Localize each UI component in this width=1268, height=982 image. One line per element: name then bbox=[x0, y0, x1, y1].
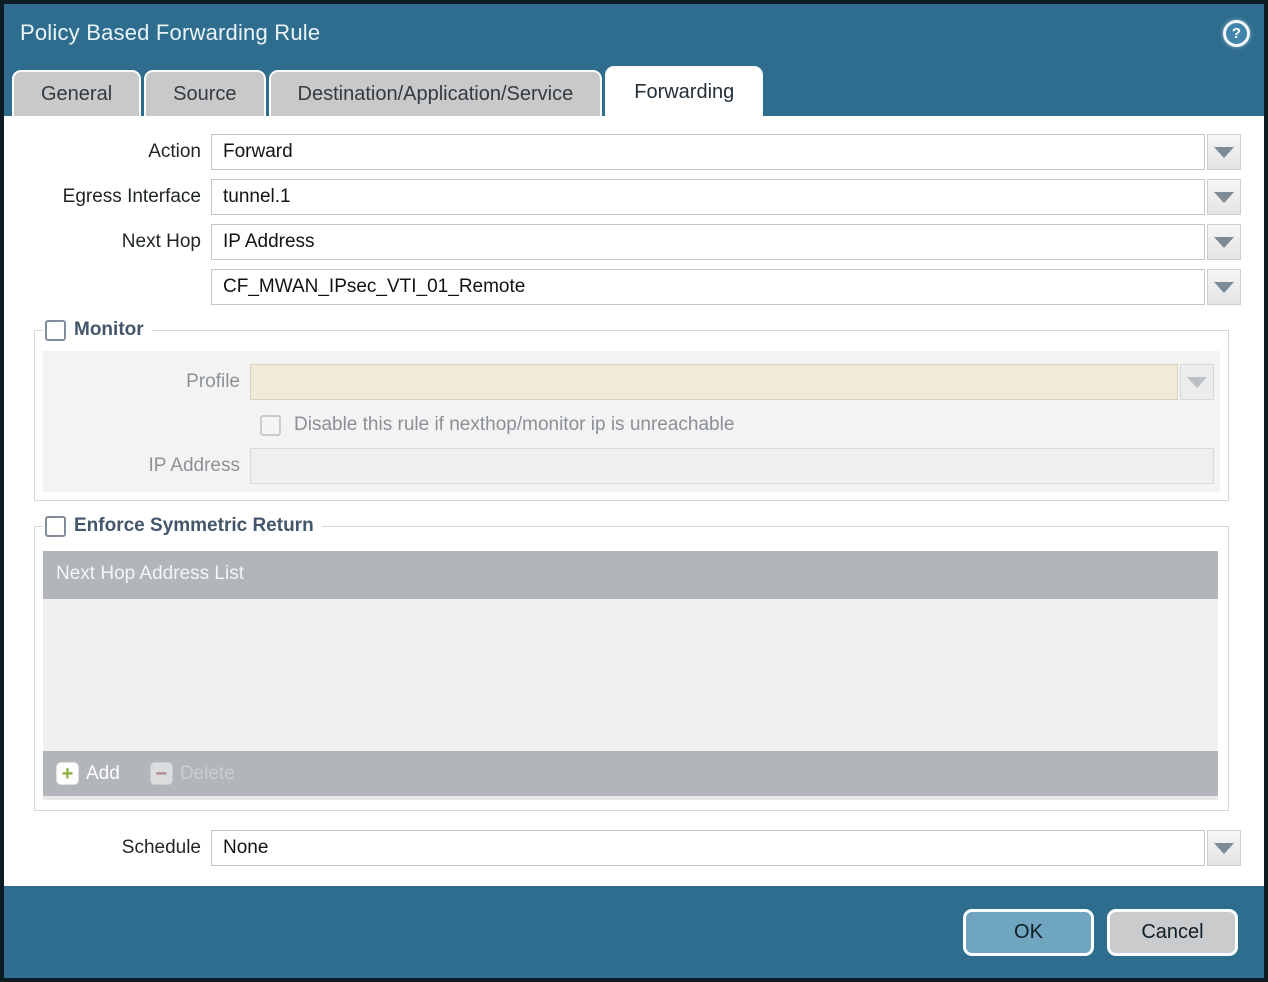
tab-general-label: General bbox=[41, 82, 113, 105]
action-row: Action Forward bbox=[4, 134, 1241, 170]
chevron-down-icon bbox=[1187, 376, 1207, 388]
delete-button: − Delete bbox=[149, 762, 235, 785]
list-bottom-strip bbox=[43, 796, 1218, 800]
dialog-title: Policy Based Forwarding Rule bbox=[20, 20, 321, 45]
next-hop-row: Next Hop IP Address bbox=[4, 224, 1241, 260]
action-dropdown-button[interactable] bbox=[1207, 134, 1241, 170]
minus-icon: − bbox=[149, 762, 173, 785]
tab-general[interactable]: General bbox=[12, 70, 142, 116]
next-hop-address-list: Next Hop Address List + Add − Delete bbox=[43, 551, 1218, 800]
dialog-footer: OK Cancel bbox=[4, 886, 1264, 978]
egress-interface-select[interactable]: tunnel.1 bbox=[211, 179, 1205, 215]
action-label: Action bbox=[148, 141, 201, 162]
profile-dropdown-button bbox=[1180, 364, 1214, 400]
symmetric-return-section: Enforce Symmetric Return Next Hop Addres… bbox=[34, 515, 1229, 811]
egress-interface-row: Egress Interface tunnel.1 bbox=[4, 179, 1241, 215]
tab-forwarding-label: Forwarding bbox=[634, 80, 735, 103]
chevron-down-icon bbox=[1214, 281, 1234, 293]
monitor-legend: Monitor bbox=[43, 319, 152, 341]
plus-icon: + bbox=[56, 762, 79, 785]
chevron-down-icon bbox=[1214, 191, 1234, 203]
next-hop-label: Next Hop bbox=[121, 231, 201, 252]
action-select[interactable]: Forward bbox=[211, 134, 1205, 170]
next-hop-address-list-header: Next Hop Address List bbox=[43, 551, 1218, 599]
monitor-ip-address-row: IP Address bbox=[43, 448, 1214, 484]
delete-button-label: Delete bbox=[179, 762, 235, 784]
tab-bar: General Source Destination/Application/S… bbox=[4, 62, 1264, 116]
schedule-row: Schedule None bbox=[4, 830, 1241, 866]
chevron-down-icon bbox=[1214, 842, 1234, 854]
profile-label: Profile bbox=[186, 371, 240, 392]
help-icon[interactable]: ? bbox=[1223, 19, 1250, 47]
monitor-ip-address-label: IP Address bbox=[148, 455, 240, 476]
add-button[interactable]: + Add bbox=[56, 762, 120, 785]
monitor-ip-address-input bbox=[250, 448, 1214, 484]
add-button-label: Add bbox=[86, 762, 120, 784]
tab-source-label: Source bbox=[173, 82, 237, 105]
schedule-label: Schedule bbox=[121, 837, 201, 858]
disable-rule-label: Disable this rule if nexthop/monitor ip … bbox=[294, 414, 735, 435]
next-hop-address-list-toolbar: + Add − Delete bbox=[43, 751, 1218, 796]
tab-destination-application-service[interactable]: Destination/Application/Service bbox=[268, 70, 603, 116]
egress-interface-dropdown-button[interactable] bbox=[1207, 179, 1241, 215]
next-hop-address-select[interactable]: CF_MWAN_IPsec_VTI_01_Remote bbox=[211, 269, 1205, 305]
profile-select bbox=[250, 364, 1178, 400]
chevron-down-icon bbox=[1214, 236, 1234, 248]
disable-rule-checkbox bbox=[260, 414, 281, 436]
symmetric-return-checkbox[interactable] bbox=[45, 515, 66, 537]
disable-rule-row: Disable this rule if nexthop/monitor ip … bbox=[260, 414, 1214, 436]
policy-based-forwarding-dialog: Policy Based Forwarding Rule ? General S… bbox=[0, 0, 1268, 982]
symmetric-return-legend-label: Enforce Symmetric Return bbox=[74, 515, 314, 536]
tab-source[interactable]: Source bbox=[144, 70, 266, 116]
next-hop-address-list-body[interactable] bbox=[43, 599, 1218, 751]
titlebar: Policy Based Forwarding Rule ? bbox=[4, 4, 1264, 62]
monitor-checkbox[interactable] bbox=[45, 319, 66, 341]
next-hop-address-row: CF_MWAN_IPsec_VTI_01_Remote bbox=[4, 269, 1241, 305]
profile-row: Profile bbox=[43, 364, 1214, 400]
tab-forwarding[interactable]: Forwarding bbox=[605, 66, 764, 116]
schedule-select[interactable]: None bbox=[211, 830, 1205, 866]
cancel-button[interactable]: Cancel bbox=[1107, 908, 1238, 956]
next-hop-type-select[interactable]: IP Address bbox=[211, 224, 1205, 260]
next-hop-address-dropdown-button[interactable] bbox=[1207, 269, 1241, 305]
egress-interface-label: Egress Interface bbox=[62, 186, 201, 207]
schedule-dropdown-button[interactable] bbox=[1207, 830, 1241, 866]
chevron-down-icon bbox=[1214, 146, 1234, 158]
next-hop-dropdown-button[interactable] bbox=[1207, 224, 1241, 260]
monitor-section: Monitor Profile Disable this rule if nex… bbox=[34, 319, 1229, 501]
monitor-panel: Profile Disable this rule if nexthop/mon… bbox=[43, 351, 1220, 492]
symmetric-return-legend: Enforce Symmetric Return bbox=[43, 515, 322, 537]
monitor-legend-label: Monitor bbox=[74, 319, 144, 340]
ok-button[interactable]: OK bbox=[963, 908, 1094, 956]
forwarding-tab-panel: Action Forward Egress Interface tunnel.1… bbox=[4, 116, 1264, 886]
tab-destination-label: Destination/Application/Service bbox=[297, 82, 574, 105]
